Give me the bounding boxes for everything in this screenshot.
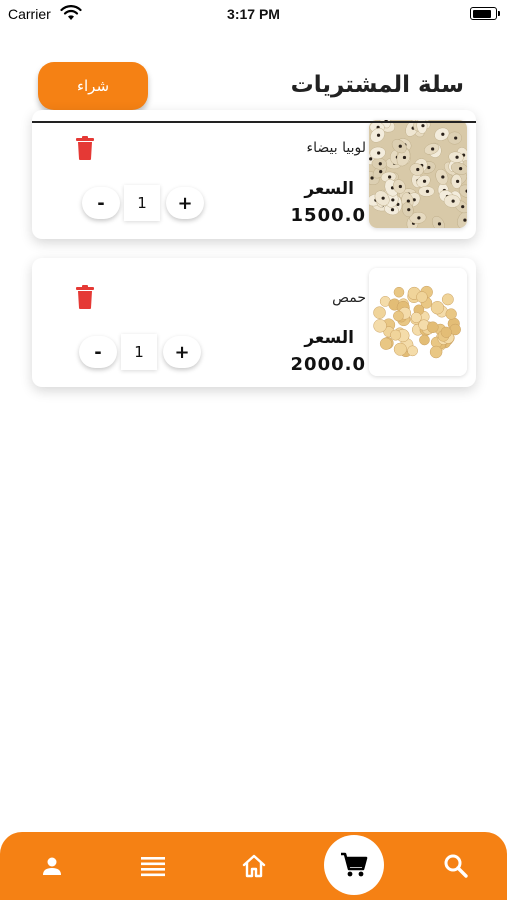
- clock: 3:17 PM: [227, 6, 280, 22]
- price-label: السعر: [304, 328, 354, 348]
- cart-item: حمص السعر 2000.0 - 1 +: [32, 258, 476, 387]
- header-divider: [32, 121, 476, 123]
- bottom-nav: [0, 832, 507, 900]
- list-icon: [141, 857, 165, 877]
- buy-button[interactable]: شراء: [38, 62, 148, 110]
- battery-icon: [470, 7, 500, 20]
- profile-icon: [43, 857, 61, 875]
- product-name: لوبيا بيضاء: [306, 140, 366, 156]
- trash-icon[interactable]: [76, 285, 94, 309]
- product-image-black-eyed-peas: [369, 120, 467, 228]
- search-icon: [444, 854, 468, 878]
- nav-cart[interactable]: [324, 835, 384, 895]
- decrease-quantity-button[interactable]: -: [82, 187, 120, 219]
- increase-quantity-button[interactable]: +: [163, 336, 201, 368]
- increase-quantity-button[interactable]: +: [166, 187, 204, 219]
- page-title: سلة المشتريات: [290, 72, 464, 98]
- nav-profile[interactable]: [38, 852, 66, 880]
- home-icon: [242, 854, 266, 878]
- quantity-value: 1: [124, 185, 160, 221]
- price-value: 1500.0: [290, 205, 366, 226]
- cart-icon: [341, 852, 368, 877]
- price-value: 2000.0: [290, 354, 366, 375]
- price-label: السعر: [304, 179, 354, 199]
- quantity-stepper: - 1 +: [82, 185, 204, 221]
- nav-search[interactable]: [442, 852, 470, 880]
- nav-home[interactable]: [240, 852, 268, 880]
- trash-icon[interactable]: [76, 136, 94, 160]
- product-image-chickpeas: [369, 268, 467, 376]
- decrease-quantity-button[interactable]: -: [79, 336, 117, 368]
- nav-list[interactable]: [139, 852, 167, 880]
- quantity-value: 1: [121, 334, 157, 370]
- product-name: حمص: [332, 290, 366, 306]
- status-bar: Carrier 3:17 PM: [0, 0, 507, 30]
- cart-item: لوبيا بيضاء السعر 1500.0 - 1 +: [32, 110, 476, 239]
- quantity-stepper: - 1 +: [79, 334, 201, 370]
